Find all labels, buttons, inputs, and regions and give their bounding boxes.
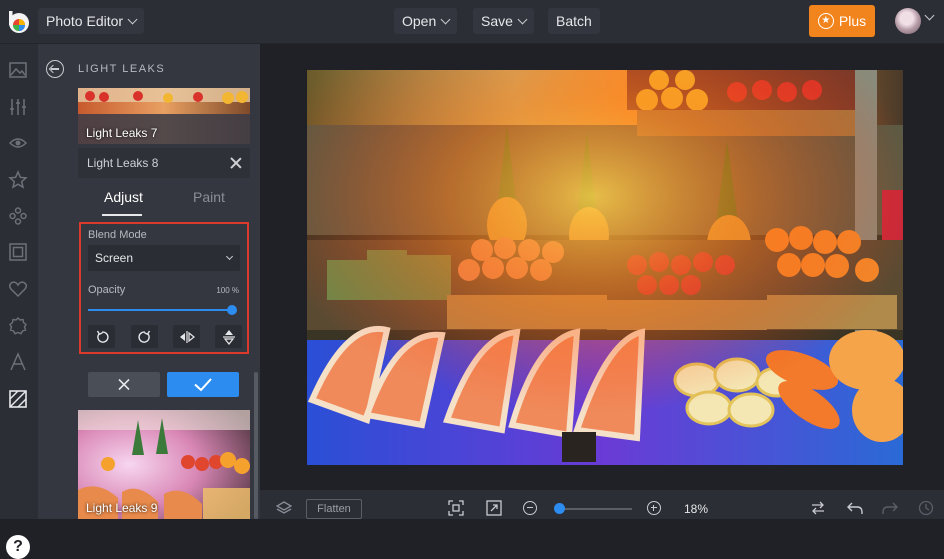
save-button[interactable]: Save <box>473 8 534 34</box>
panel-scrollbar[interactable] <box>254 372 258 519</box>
back-arrow-icon[interactable] <box>46 60 64 78</box>
effect-thumbnail-light-leaks-7[interactable]: Light Leaks 7 <box>78 88 250 144</box>
actual-size-icon[interactable] <box>486 500 502 516</box>
flip-horizontal-button[interactable] <box>173 325 200 348</box>
blend-mode-value: Screen <box>95 251 134 265</box>
zoom-in-button[interactable] <box>647 501 661 515</box>
fruit-stand-photo <box>307 70 903 465</box>
adjust-paint-tabs: Adjust Paint <box>78 180 250 220</box>
save-label: Save <box>481 13 513 29</box>
opacity-value: 100 % <box>216 286 239 295</box>
opacity-slider[interactable] <box>88 305 237 315</box>
blend-mode-select[interactable]: Screen <box>88 245 240 271</box>
flatten-button[interactable]: Flatten <box>306 499 362 519</box>
shapes-icon[interactable] <box>8 206 28 226</box>
rotate-left-button[interactable] <box>88 325 115 348</box>
selected-effect-row: Light Leaks 8 <box>78 148 250 178</box>
opacity-slider-fill <box>88 309 236 311</box>
bottom-toolbar: Flatten 18% <box>260 490 944 519</box>
texture-icon[interactable] <box>8 389 28 409</box>
flip-vertical-icon <box>222 329 235 345</box>
blend-mode-label: Blend Mode <box>88 229 147 241</box>
chevron-down-icon <box>127 14 138 24</box>
flip-horizontal-icon <box>179 330 195 343</box>
open-button[interactable]: Open <box>394 8 458 34</box>
sliders-icon[interactable] <box>8 97 28 117</box>
swap-compare-icon[interactable] <box>810 500 826 516</box>
tool-rail: ? <box>0 44 38 559</box>
effect-thumbnail-light-leaks-9[interactable]: Light Leaks 9 <box>78 410 250 519</box>
eye-icon[interactable] <box>8 133 28 153</box>
gear-icon[interactable] <box>8 316 28 336</box>
zoom-slider[interactable] <box>556 508 632 510</box>
chevron-down-icon <box>440 14 451 24</box>
zoom-out-button[interactable] <box>523 501 537 515</box>
photo-canvas[interactable] <box>307 70 903 465</box>
chevron-down-icon[interactable] <box>924 10 935 21</box>
tab-paint[interactable]: Paint <box>193 189 225 205</box>
cancel-button[interactable] <box>88 372 160 397</box>
star-icon: ★ <box>817 13 834 29</box>
rotate-right-button[interactable] <box>131 325 158 348</box>
chevron-down-icon <box>225 252 234 261</box>
panel-title: LIGHT LEAKS <box>78 63 166 75</box>
app-menu-button[interactable]: Photo Editor <box>38 8 145 34</box>
close-icon <box>118 378 130 391</box>
history-icon[interactable] <box>918 500 934 516</box>
opacity-slider-handle[interactable] <box>227 305 237 315</box>
plus-label: Plus <box>838 13 867 29</box>
undo-icon[interactable] <box>847 500 863 516</box>
apply-button[interactable] <box>167 372 239 397</box>
fit-to-screen-icon[interactable] <box>448 500 464 516</box>
help-button[interactable]: ? <box>6 535 30 559</box>
image-icon[interactable] <box>8 60 28 80</box>
layers-icon[interactable] <box>276 500 292 516</box>
zoom-value: 18% <box>684 502 709 516</box>
panel-header: LIGHT LEAKS <box>38 44 260 94</box>
rotate-right-icon <box>137 330 150 343</box>
flip-vertical-button[interactable] <box>215 325 242 348</box>
light-leaks-panel: LIGHT LEAKS Light Leaks 7 Light Leaks 8 … <box>38 44 260 519</box>
heart-icon[interactable] <box>8 279 28 299</box>
zoom-slider-handle[interactable] <box>554 503 565 514</box>
avatar[interactable] <box>895 8 921 34</box>
rotate-left-icon <box>96 330 109 343</box>
thumbnail-label: Light Leaks 7 <box>86 126 158 140</box>
batch-button[interactable]: Batch <box>548 8 600 34</box>
selected-effect-name: Light Leaks 8 <box>87 156 159 170</box>
batch-label: Batch <box>556 13 592 29</box>
redo-icon[interactable] <box>882 500 898 516</box>
chevron-down-icon <box>517 14 528 24</box>
befunky-logo-icon[interactable] <box>6 9 32 35</box>
frame-icon[interactable] <box>8 242 28 262</box>
active-tab-indicator <box>102 214 142 216</box>
thumbnail-label: Light Leaks 9 <box>86 501 158 515</box>
text-icon[interactable] <box>8 352 28 372</box>
canvas-area <box>260 44 944 490</box>
star-icon[interactable] <box>8 170 28 190</box>
opacity-label: Opacity <box>88 284 126 296</box>
app-menu-label: Photo Editor <box>46 13 124 29</box>
tab-adjust[interactable]: Adjust <box>104 189 143 205</box>
checkmark-icon <box>194 378 212 392</box>
open-label: Open <box>402 13 437 29</box>
top-bar: Photo Editor Open Save Batch ★ Plus <box>0 0 944 44</box>
close-icon[interactable] <box>230 157 242 169</box>
adjust-settings-box: Blend Mode Screen Opacity 100 % <box>79 222 249 354</box>
plus-upgrade-button[interactable]: ★ Plus <box>809 5 875 37</box>
